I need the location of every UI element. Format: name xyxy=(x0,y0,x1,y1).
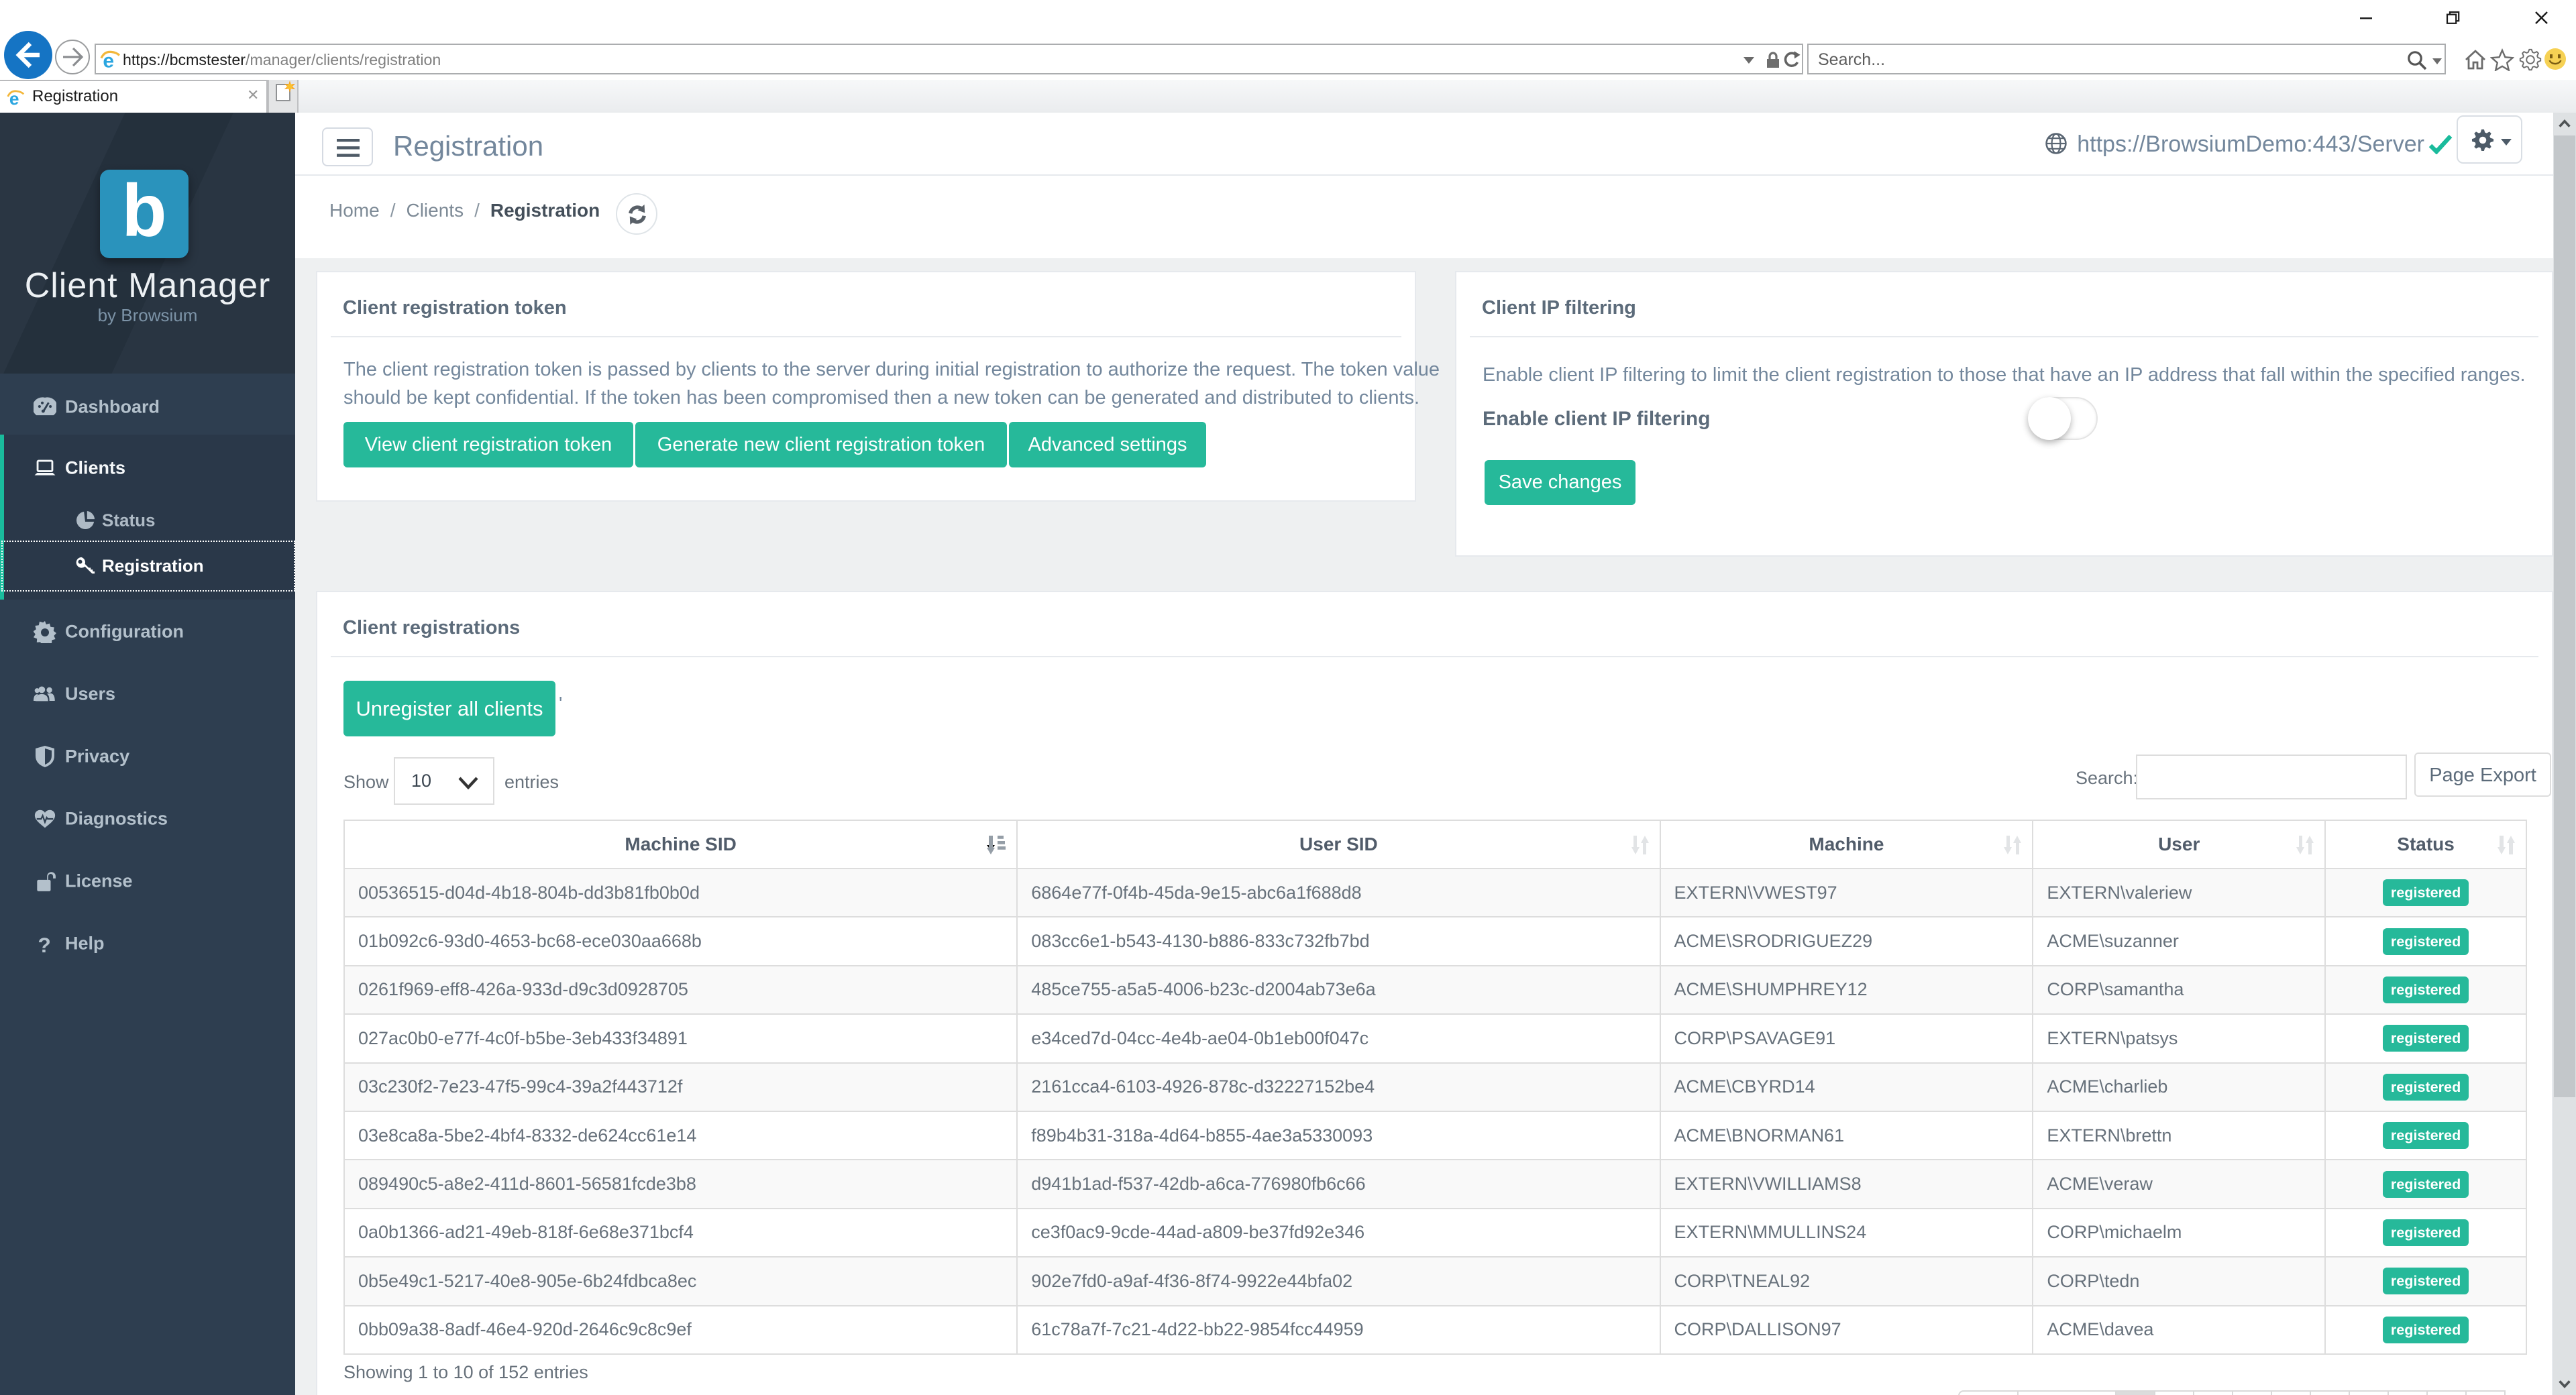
svg-text:?: ? xyxy=(38,933,50,955)
